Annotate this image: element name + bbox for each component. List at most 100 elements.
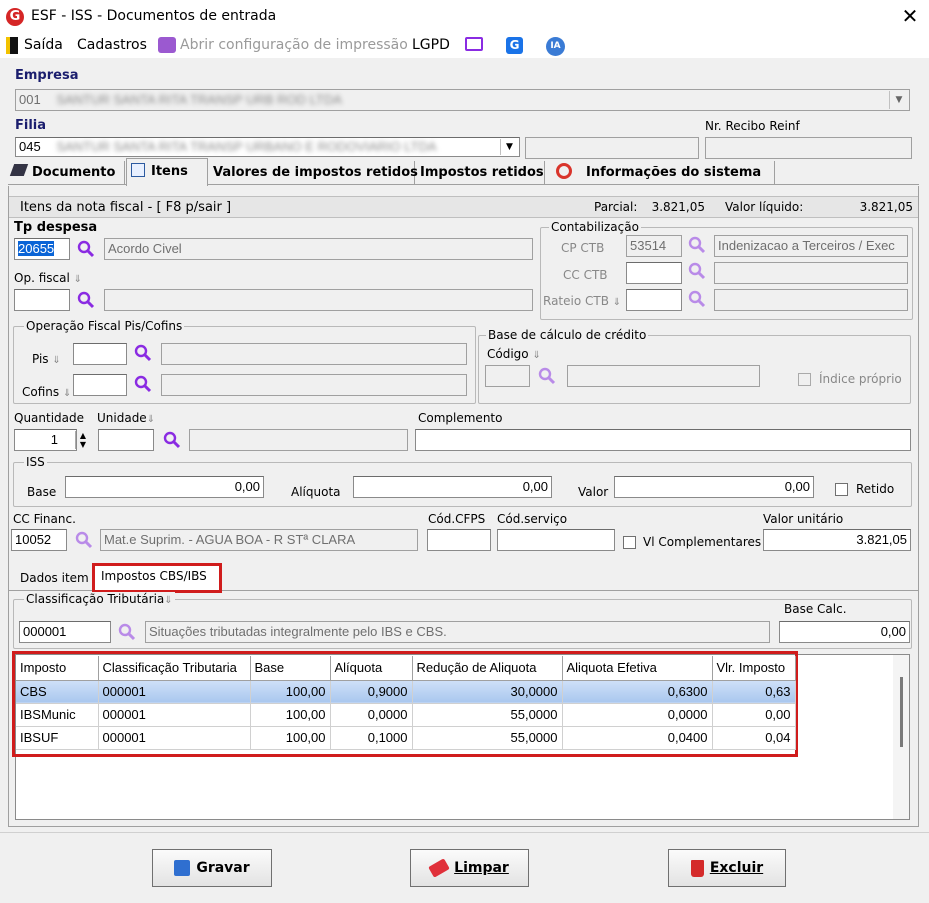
cp-ctb-input[interactable]: 53514 bbox=[626, 235, 682, 257]
excluir-button[interactable]: Excluir bbox=[668, 849, 786, 887]
subtab-impostos-cbs-ibs[interactable]: Impostos CBS/IBS bbox=[101, 569, 207, 583]
classificacao-title: Classificação Tributária⇓ bbox=[24, 592, 175, 606]
col-vlr-imposto[interactable]: Vlr. Imposto bbox=[712, 656, 796, 681]
search-icon[interactable] bbox=[688, 290, 706, 308]
search-icon[interactable] bbox=[688, 236, 706, 254]
cod-servico-input[interactable] bbox=[497, 529, 615, 551]
tab-valores-impostos-retidos[interactable]: Valores de impostos retidos bbox=[209, 161, 418, 185]
base-calc-input[interactable]: 0,00 bbox=[779, 621, 910, 643]
itens-header-title: Itens da nota fiscal - [ F8 p/sair ] bbox=[20, 200, 232, 215]
complemento-input[interactable] bbox=[415, 429, 911, 451]
codigo-label: Código ⇓ bbox=[487, 347, 541, 361]
g-app-icon[interactable]: G bbox=[506, 37, 523, 54]
search-icon[interactable] bbox=[163, 431, 181, 449]
search-icon[interactable] bbox=[688, 262, 706, 280]
cell: 30,0000 bbox=[412, 680, 563, 704]
col-reducao[interactable]: Redução de Aliquota bbox=[412, 656, 563, 681]
cell: 0,0000 bbox=[330, 703, 413, 727]
toolbar: Saída Cadastros Abrir configuração de im… bbox=[0, 33, 929, 58]
base-credito-desc bbox=[567, 365, 760, 387]
search-icon[interactable] bbox=[134, 344, 152, 362]
iss-base-input[interactable]: 0,00 bbox=[65, 476, 264, 498]
stepper-arrows-icon[interactable]: ▲ ▼ bbox=[75, 431, 90, 449]
search-icon[interactable] bbox=[75, 531, 93, 549]
base-credito-title: Base de cálculo de crédito bbox=[486, 328, 649, 342]
indice-proprio-checkbox[interactable] bbox=[798, 373, 811, 386]
filial-name: SANTUR SANTA RITA TRANSP URBANO E RODOVI… bbox=[56, 139, 437, 154]
scrollbar-thumb[interactable] bbox=[900, 677, 903, 747]
cc-ctb-label: CC CTB bbox=[563, 268, 608, 282]
app-logo-icon: G bbox=[6, 8, 24, 26]
tab-impostos-retidos[interactable]: Impostos retidos bbox=[416, 161, 545, 185]
cofins-input[interactable] bbox=[73, 374, 127, 396]
filial-select[interactable]: 045 SANTUR SANTA RITA TRANSP URBANO E RO… bbox=[15, 137, 520, 157]
recibo-reinf-input[interactable] bbox=[705, 137, 912, 159]
tp-despesa-desc: Acordo Civel bbox=[104, 238, 533, 260]
cc-financ-input[interactable]: 10052 bbox=[11, 529, 67, 551]
search-icon[interactable] bbox=[77, 291, 95, 309]
itens-header: Itens da nota fiscal - [ F8 p/sair ] Par… bbox=[9, 196, 918, 218]
cell: 100,00 bbox=[250, 680, 331, 704]
saida-menu[interactable]: Saída bbox=[24, 37, 63, 53]
table-header-row: Imposto Classificação Tributaria Base Al… bbox=[16, 656, 796, 681]
search-icon[interactable] bbox=[118, 623, 136, 641]
gravar-button[interactable]: Gravar bbox=[152, 849, 272, 887]
vl-complementares-checkbox[interactable] bbox=[623, 536, 636, 549]
unidade-input[interactable] bbox=[98, 429, 154, 451]
table-row[interactable]: IBSMunic 000001 100,00 0,0000 55,0000 0,… bbox=[16, 703, 796, 727]
tp-despesa-code-input[interactable]: 20655 bbox=[14, 238, 70, 260]
base-credito-code[interactable] bbox=[485, 365, 530, 387]
limpar-button[interactable]: Limpar bbox=[410, 849, 529, 887]
empresa-label: Empresa bbox=[15, 68, 79, 83]
cell: 100,00 bbox=[250, 703, 331, 727]
empresa-select[interactable]: 001 SANTUR SANTA RITA TRANSP URB ROD LTD… bbox=[15, 89, 910, 111]
valor-unitario-input[interactable]: 3.821,05 bbox=[763, 529, 911, 551]
unidade-desc bbox=[189, 429, 408, 451]
tab-informacoes-sistema[interactable]: Informações do sistema bbox=[546, 161, 775, 185]
ia-icon[interactable]: IA bbox=[546, 37, 565, 56]
table-row[interactable]: CBS 000001 100,00 0,9000 30,0000 0,6300 … bbox=[16, 680, 796, 704]
iss-aliquota-input[interactable]: 0,00 bbox=[353, 476, 552, 498]
close-icon[interactable]: ✕ bbox=[897, 3, 923, 29]
col-aliquota-efetiva[interactable]: Aliquota Efetiva bbox=[562, 656, 713, 681]
parcial-label: Parcial: bbox=[594, 200, 638, 214]
cell: 0,6300 bbox=[562, 680, 713, 704]
monitor-icon[interactable] bbox=[465, 37, 483, 51]
iss-valor-input[interactable]: 0,00 bbox=[614, 476, 814, 498]
tab-itens[interactable]: Itens bbox=[126, 158, 208, 186]
classificacao-code-input[interactable]: 000001 bbox=[19, 621, 111, 643]
chevron-down-icon[interactable]: ▼ bbox=[889, 91, 908, 109]
cell: 0,00 bbox=[712, 703, 796, 727]
filial-extra-field[interactable] bbox=[525, 137, 699, 159]
iss-base-label: Base bbox=[27, 485, 57, 499]
cell: 55,0000 bbox=[412, 726, 563, 750]
cod-servico-label: Cód.serviço bbox=[497, 512, 568, 526]
col-classificacao[interactable]: Classificação Tributaria bbox=[98, 656, 251, 681]
cadastros-menu[interactable]: Cadastros bbox=[77, 37, 147, 53]
cc-ctb-desc bbox=[714, 262, 908, 284]
quantidade-stepper[interactable]: 1 bbox=[14, 429, 77, 451]
col-imposto[interactable]: Imposto bbox=[16, 656, 99, 681]
chevron-down-icon[interactable]: ▼ bbox=[500, 139, 518, 155]
cc-ctb-input[interactable] bbox=[626, 262, 682, 284]
lgpd-menu[interactable]: LGPD bbox=[412, 37, 450, 53]
cod-cfps-input[interactable] bbox=[427, 529, 491, 551]
search-icon[interactable] bbox=[538, 367, 556, 385]
subtab-dados-item[interactable]: Dados item bbox=[20, 571, 89, 585]
unidade-label: Unidade⇓ bbox=[97, 411, 156, 425]
system-info-icon bbox=[556, 163, 572, 179]
search-icon[interactable] bbox=[134, 375, 152, 393]
rateio-ctb-input[interactable] bbox=[626, 289, 682, 311]
iss-title: ISS bbox=[24, 455, 47, 469]
tab-documento[interactable]: Documento bbox=[8, 161, 125, 185]
print-config-menu[interactable]: Abrir configuração de impressão bbox=[180, 37, 408, 53]
col-base[interactable]: Base bbox=[250, 656, 331, 681]
search-icon[interactable] bbox=[77, 240, 95, 258]
col-aliquota[interactable]: Alíquota bbox=[330, 656, 413, 681]
pis-input[interactable] bbox=[73, 343, 127, 365]
retido-checkbox[interactable] bbox=[835, 483, 848, 496]
op-fiscal-input[interactable] bbox=[14, 289, 70, 311]
title-bar: G ESF - ISS - Documentos de entrada ✕ bbox=[0, 0, 929, 33]
empresa-code: 001 bbox=[19, 92, 41, 107]
table-row[interactable]: IBSUF 000001 100,00 0,1000 55,0000 0,040… bbox=[16, 726, 796, 750]
